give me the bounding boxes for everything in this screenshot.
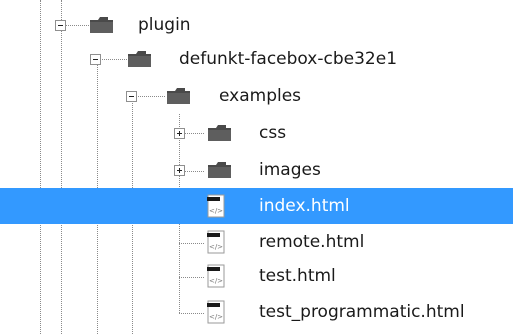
tree-node-file[interactable]: </> test.html <box>0 258 513 294</box>
svg-text:</>: </> <box>209 207 223 215</box>
folder-icon <box>208 125 231 141</box>
node-label: test_programmatic.html <box>259 302 465 322</box>
tree-node-facebox[interactable]: defunkt-facebox-cbe32e1 <box>0 42 513 78</box>
tree-node-css[interactable]: css <box>0 115 513 151</box>
node-label: index.html <box>259 196 350 216</box>
tree-node-file[interactable]: </> remote.html <box>0 224 513 260</box>
file-tree: plugin defunkt-facebox-cbe32e1 examples <box>0 0 513 334</box>
html-file-icon: </> <box>207 264 225 288</box>
node-label: plugin <box>138 15 191 35</box>
html-file-icon: </> <box>207 230 225 254</box>
tree-node-images[interactable]: images <box>0 152 513 188</box>
svg-text:</>: </> <box>209 277 223 285</box>
html-file-icon: </> <box>207 194 225 218</box>
node-label: test.html <box>259 266 336 286</box>
node-label: css <box>259 123 287 143</box>
folder-icon <box>208 162 231 178</box>
node-label: images <box>259 160 321 180</box>
node-label: remote.html <box>259 232 365 252</box>
collapse-toggle[interactable] <box>55 20 66 31</box>
folder-icon <box>128 51 151 67</box>
folder-icon <box>90 17 113 33</box>
expand-toggle[interactable] <box>174 165 185 176</box>
html-file-icon: </> <box>207 300 225 324</box>
node-label: defunkt-facebox-cbe32e1 <box>179 49 398 69</box>
expand-toggle[interactable] <box>174 128 185 139</box>
folder-icon <box>167 88 190 104</box>
tree-node-plugin[interactable]: plugin <box>0 8 513 44</box>
collapse-toggle[interactable] <box>126 91 137 102</box>
tree-node-examples[interactable]: examples <box>0 79 513 115</box>
tree-node-file[interactable]: </> index.html <box>0 188 513 224</box>
node-label: examples <box>219 86 302 106</box>
svg-text:</>: </> <box>209 243 223 251</box>
collapse-toggle[interactable] <box>90 54 101 65</box>
tree-node-file[interactable]: </> test_programmatic.html <box>0 294 513 330</box>
svg-text:</>: </> <box>209 313 223 321</box>
